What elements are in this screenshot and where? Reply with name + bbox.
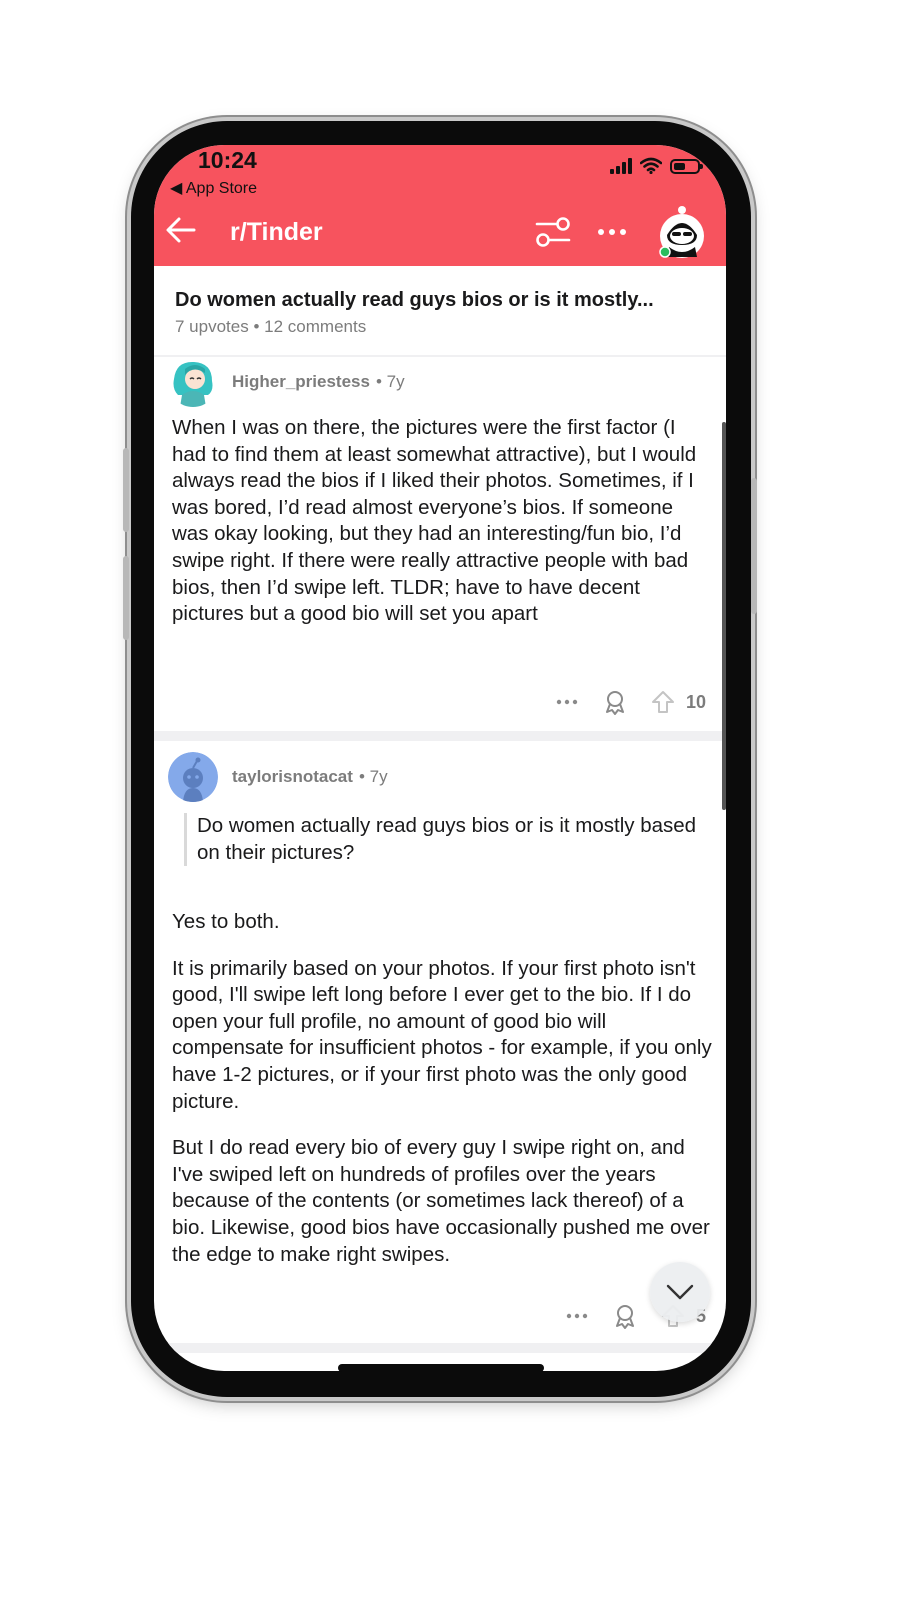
comment-header: Higher_priestess • 7y bbox=[168, 357, 405, 407]
back-arrow-icon[interactable] bbox=[164, 213, 198, 247]
divider bbox=[154, 731, 726, 741]
comment-author[interactable]: taylorisnotacat bbox=[232, 767, 353, 787]
post-upvotes: 7 upvotes bbox=[175, 317, 249, 336]
comment-age: • 7y bbox=[375, 372, 405, 391]
app-header: 10:24 ◀ App Store r/Tinder bbox=[154, 145, 726, 266]
comment-age: • 7y bbox=[358, 767, 388, 786]
comment-paragraph: It is primarily based on your photos. If… bbox=[172, 956, 712, 1113]
comment-text: When I was on there, the pictures were t… bbox=[172, 416, 697, 626]
status-icons bbox=[610, 157, 703, 174]
avatar[interactable] bbox=[168, 357, 218, 407]
power-button bbox=[751, 478, 757, 614]
comment-author[interactable]: Higher_priestess bbox=[232, 372, 370, 392]
chevron-down-icon bbox=[666, 1284, 694, 1300]
post-title[interactable]: Do women actually read guys bios or is i… bbox=[175, 289, 711, 312]
filter-icon[interactable] bbox=[534, 215, 572, 249]
post-meta: 7 upvotes • 12 comments bbox=[175, 317, 366, 337]
subreddit-title[interactable]: r/Tinder bbox=[230, 218, 323, 247]
user-avatar-icon[interactable] bbox=[657, 205, 707, 259]
avatar[interactable] bbox=[168, 752, 218, 802]
comment-body: When I was on there, the pictures were t… bbox=[172, 415, 712, 628]
signal-icon bbox=[610, 158, 632, 174]
divider bbox=[154, 1343, 726, 1353]
back-to-app-store-link[interactable]: ◀ App Store bbox=[170, 178, 257, 198]
post-comment-count: 12 comments bbox=[264, 317, 367, 336]
meta-separator: • bbox=[253, 317, 260, 336]
comment-header: taylorisnotacat • 7y bbox=[168, 752, 388, 802]
status-time: 10:24 bbox=[198, 147, 257, 173]
wifi-icon bbox=[640, 157, 662, 174]
volume-up-button bbox=[123, 448, 129, 532]
comment-paragraph: But I do read every bio of every guy I s… bbox=[172, 1136, 710, 1266]
vote-count: 10 bbox=[686, 691, 707, 712]
home-indicator[interactable] bbox=[338, 1364, 544, 1372]
comment-paragraph: Yes to both. bbox=[172, 910, 280, 933]
more-icon[interactable] bbox=[564, 1303, 590, 1329]
comment-body: Yes to both. It is primarily based on yo… bbox=[172, 909, 712, 1268]
app-screen: 10:24 ◀ App Store r/Tinder Do women actu… bbox=[154, 145, 726, 1371]
scroll-down-button[interactable] bbox=[650, 1262, 710, 1322]
comment-quote: Do women actually read guys bios or is i… bbox=[184, 813, 717, 867]
more-icon[interactable] bbox=[554, 689, 580, 715]
battery-icon bbox=[670, 159, 703, 174]
comment-actions: 10 bbox=[554, 689, 706, 715]
upvote-icon[interactable] bbox=[650, 689, 676, 715]
scrollbar[interactable] bbox=[722, 422, 726, 810]
award-icon[interactable] bbox=[612, 1303, 638, 1329]
volume-down-button bbox=[123, 556, 129, 640]
award-icon[interactable] bbox=[602, 689, 628, 715]
more-icon[interactable] bbox=[596, 217, 628, 247]
